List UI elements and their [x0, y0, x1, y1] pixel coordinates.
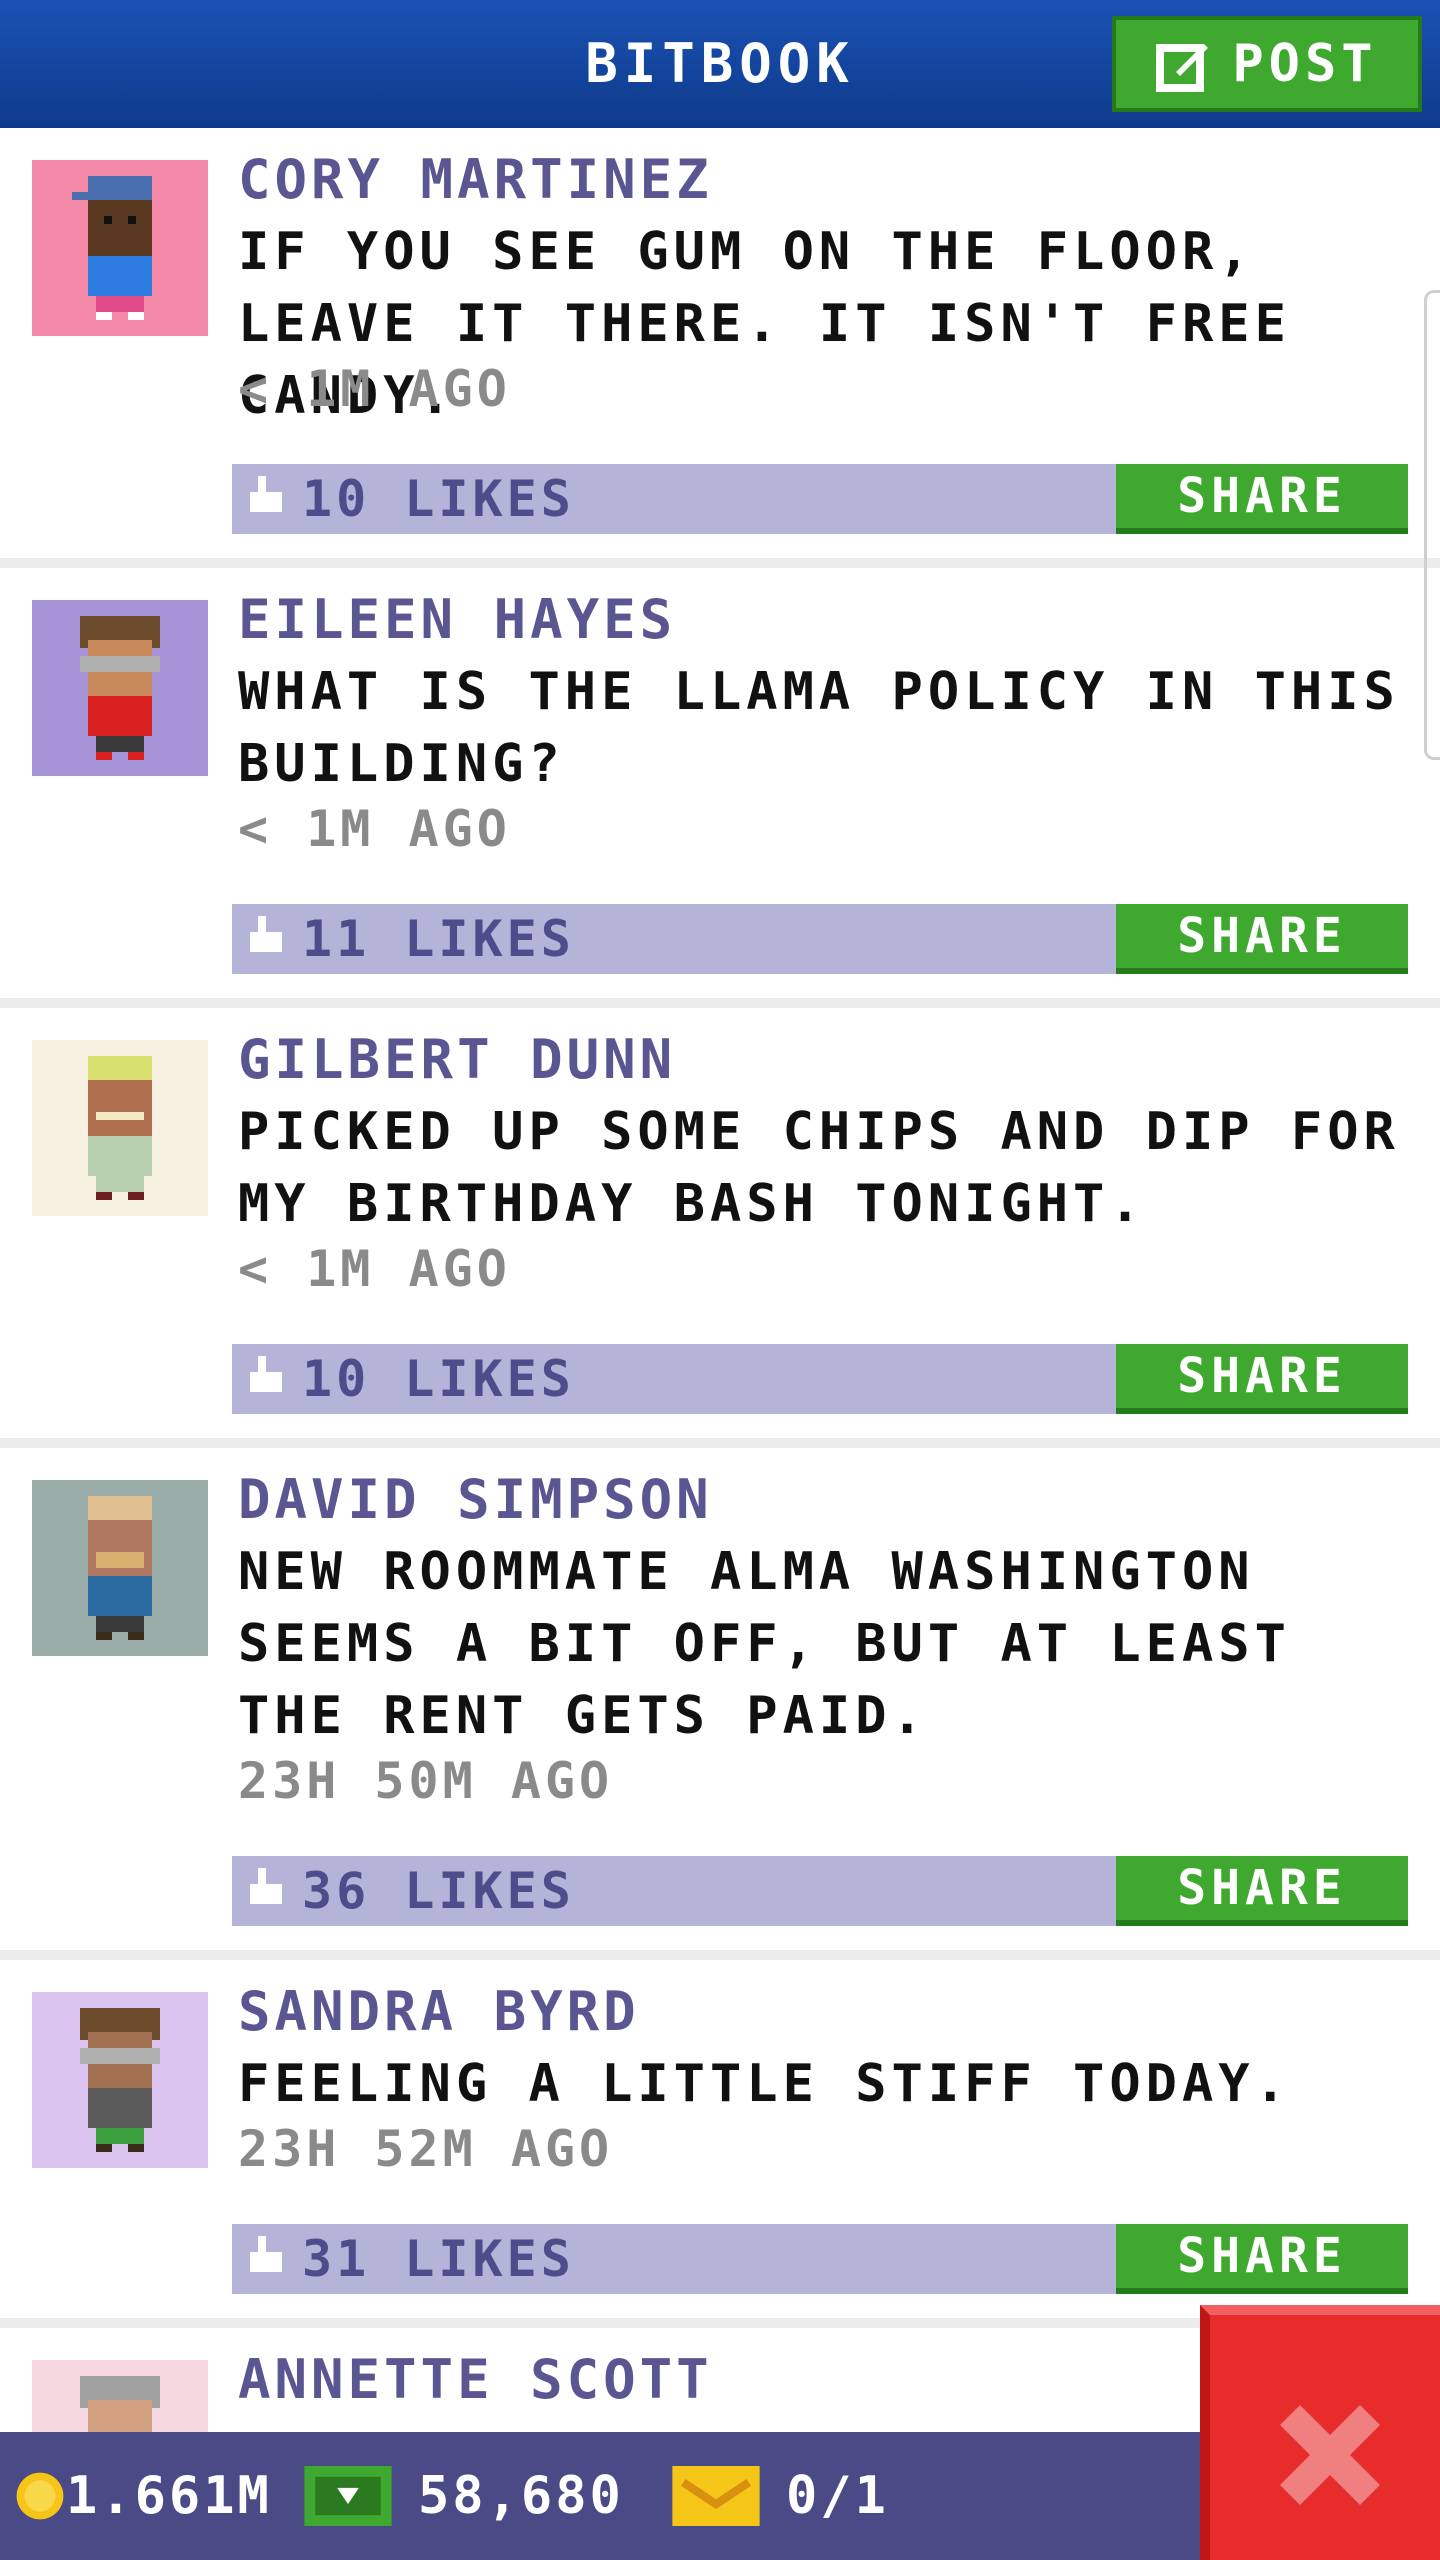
- coins-counter: 1.661M: [14, 2432, 272, 2560]
- edit-icon: [1156, 44, 1209, 92]
- share-button[interactable]: SHARE: [1116, 904, 1408, 974]
- thumbs-up-icon: [250, 476, 282, 512]
- avatar[interactable]: [32, 600, 208, 776]
- post-timestamp: < 1M AGO: [238, 1240, 511, 1298]
- share-button[interactable]: SHARE: [1116, 464, 1408, 534]
- avatar[interactable]: [32, 1040, 208, 1216]
- likes-bar[interactable]: 10 LIKES SHARE: [232, 1344, 1408, 1414]
- tickets-counter: 0/1: [672, 2432, 889, 2560]
- post-timestamp: < 1M AGO: [238, 360, 511, 418]
- person-icon: [80, 616, 160, 760]
- feed: CORY MARTINEZ IF YOU SEE GUM ON THE FLOO…: [0, 128, 1440, 2536]
- feed-post: CORY MARTINEZ IF YOU SEE GUM ON THE FLOO…: [0, 128, 1440, 568]
- thumbs-up-icon: [250, 916, 282, 952]
- feed-post: GILBERT DUNN PICKED UP SOME CHIPS AND DI…: [0, 1008, 1440, 1448]
- feed-post: SANDRA BYRD FEELING A LITTLE STIFF TODAY…: [0, 1960, 1440, 2328]
- share-button[interactable]: SHARE: [1116, 1856, 1408, 1926]
- feed-post: DAVID SIMPSON NEW ROOMMATE ALMA WASHINGT…: [0, 1448, 1440, 1960]
- ticket-icon: [672, 2466, 760, 2526]
- thumbs-up-icon: [250, 1868, 282, 1904]
- likes-count: 10 LIKES: [302, 470, 575, 528]
- likes-count: 11 LIKES: [302, 910, 575, 968]
- likes-count: 36 LIKES: [302, 1862, 575, 1920]
- person-icon: [72, 176, 152, 320]
- coin-icon: [16, 2472, 64, 2520]
- likes-bar[interactable]: 36 LIKES SHARE: [232, 1856, 1408, 1926]
- scrollbar[interactable]: [1424, 290, 1440, 760]
- tickets-value: 0/1: [786, 2466, 889, 2526]
- thumbs-up-icon: [250, 2236, 282, 2272]
- person-icon: [80, 2008, 160, 2152]
- post-author[interactable]: ANNETTE SCOTT: [238, 2348, 713, 2411]
- bux-icon: [304, 2466, 392, 2526]
- post-author[interactable]: GILBERT DUNN: [238, 1028, 676, 1091]
- post-timestamp: 23H 52M AGO: [238, 2120, 614, 2178]
- post-author[interactable]: DAVID SIMPSON: [238, 1468, 713, 1531]
- post-message: WHAT IS THE LLAMA POLICY IN THIS BUILDIN…: [238, 662, 1400, 794]
- app-header: BITBOOK POST: [0, 0, 1440, 128]
- avatar[interactable]: [32, 1992, 208, 2168]
- likes-bar[interactable]: 31 LIKES SHARE: [232, 2224, 1408, 2294]
- likes-bar[interactable]: 10 LIKES SHARE: [232, 464, 1408, 534]
- post-author[interactable]: EILEEN HAYES: [238, 588, 676, 651]
- likes-count: 10 LIKES: [302, 1350, 575, 1408]
- post-button-label: POST: [1232, 34, 1378, 94]
- post-message: FEELING A LITTLE STIFF TODAY.: [238, 2054, 1291, 2114]
- post-button[interactable]: POST: [1112, 16, 1422, 112]
- bux-value: 58,680: [418, 2466, 624, 2526]
- post-timestamp: 23H 50M AGO: [238, 1752, 614, 1810]
- feed-post: EILEEN HAYES WHAT IS THE LLAMA POLICY IN…: [0, 568, 1440, 1008]
- bux-counter: 58,680: [304, 2432, 624, 2560]
- close-icon: [1280, 2405, 1380, 2505]
- post-timestamp: < 1M AGO: [238, 800, 511, 858]
- person-icon: [88, 1496, 152, 1640]
- post-author[interactable]: CORY MARTINEZ: [238, 148, 713, 211]
- avatar[interactable]: [32, 1480, 208, 1656]
- coins-value: 1.661M: [66, 2466, 272, 2526]
- avatar[interactable]: [32, 160, 208, 336]
- post-message: NEW ROOMMATE ALMA WASHINGTON SEEMS A BIT…: [238, 1542, 1291, 1746]
- share-button[interactable]: SHARE: [1116, 2224, 1408, 2294]
- post-author[interactable]: SANDRA BYRD: [238, 1980, 640, 2043]
- post-message: PICKED UP SOME CHIPS AND DIP FOR MY BIRT…: [238, 1102, 1400, 1234]
- likes-bar[interactable]: 11 LIKES SHARE: [232, 904, 1408, 974]
- close-button[interactable]: [1200, 2305, 1440, 2560]
- likes-count: 31 LIKES: [302, 2230, 575, 2288]
- thumbs-up-icon: [250, 1356, 282, 1392]
- share-button[interactable]: SHARE: [1116, 1344, 1408, 1414]
- person-icon: [88, 1056, 152, 1200]
